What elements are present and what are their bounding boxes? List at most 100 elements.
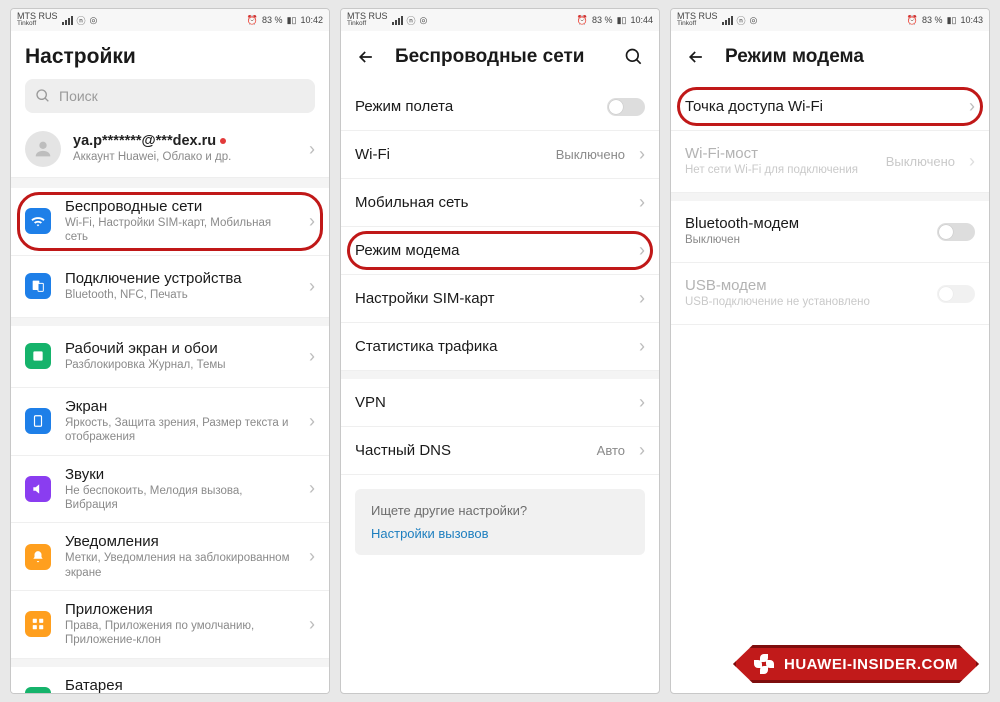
apps-icon <box>25 611 51 637</box>
row-display[interactable]: ЭкранЯркость, Защита зрения, Размер текс… <box>11 388 329 456</box>
row-airplane[interactable]: Режим полета <box>341 83 659 131</box>
signal-icon <box>62 16 73 25</box>
row-title: Режим полета <box>355 98 593 115</box>
avatar-icon <box>25 131 61 167</box>
row-value: Авто <box>597 443 625 458</box>
chevron-right-icon: › <box>639 240 645 261</box>
row-wireless[interactable]: Беспроводные сетиWi-Fi, Настройки SIM-ка… <box>11 188 329 256</box>
row-cellular[interactable]: Мобильная сеть › <box>341 179 659 227</box>
battery-label: 83 % <box>922 15 943 25</box>
search-icon <box>35 88 51 104</box>
row-title: Рабочий экран и обои <box>65 340 295 357</box>
chevron-right-icon: › <box>309 478 315 499</box>
clock-label: 10:42 <box>300 15 323 25</box>
chevron-right-icon: › <box>309 211 315 232</box>
row-bluetooth-modem[interactable]: Bluetooth-модем Выключен <box>671 201 989 263</box>
row-title: VPN <box>355 394 625 411</box>
tip-link[interactable]: Настройки вызовов <box>371 526 629 541</box>
row-tethering[interactable]: Режим модема › <box>341 227 659 275</box>
alarm-icon: ⏰ <box>577 15 588 26</box>
chevron-right-icon: › <box>309 276 315 297</box>
section-divider <box>341 371 659 379</box>
battery-icon: ▮▯ <box>617 15 627 26</box>
chevron-right-icon: › <box>309 546 315 567</box>
chevron-right-icon: › <box>639 392 645 413</box>
clock-label: 10:44 <box>630 15 653 25</box>
watermark-badge: HUAWEI-INSIDER.COM <box>733 645 979 683</box>
row-title: Bluetooth-модем <box>685 215 923 232</box>
row-sub: Нет сети Wi-Fi для подключения <box>685 163 872 177</box>
row-title: Мобильная сеть <box>355 194 625 211</box>
chevron-right-icon: › <box>639 336 645 357</box>
chevron-right-icon: › <box>969 151 975 172</box>
app-bar: Режим модема <box>671 31 989 83</box>
row-title: Wi-Fi-мост <box>685 145 872 162</box>
row-title: Экран <box>65 398 295 415</box>
chevron-right-icon: › <box>309 346 315 367</box>
battery-label: 83 % <box>262 15 283 25</box>
chevron-right-icon: › <box>309 614 315 635</box>
chevron-right-icon: › <box>309 411 315 432</box>
wifi-icon <box>25 208 51 234</box>
row-title: Статистика трафика <box>355 338 625 355</box>
row-sub: Права, Приложения по умолчанию, Приложен… <box>65 619 295 648</box>
row-battery[interactable]: БатареяРежим энергосбережения, Использов… <box>11 667 329 693</box>
row-title: Режим модема <box>355 242 625 259</box>
row-title: Приложения <box>65 601 295 618</box>
tip-box: Ищете другие настройки? Настройки вызово… <box>355 489 645 555</box>
row-title: Настройки SIM-карт <box>355 290 625 307</box>
operator-label: Tinkoff <box>677 21 718 28</box>
row-traffic[interactable]: Статистика трафика › <box>341 323 659 371</box>
phone-wireless: MTS RUSTinkoff ⓝ◎ ⏰ 83 % ▮▯ 10:44 Беспро… <box>340 8 660 694</box>
alarm-icon: ⏰ <box>907 15 918 26</box>
row-sub: Не беспокоить, Мелодия вызова, Вибрация <box>65 484 295 513</box>
row-devices[interactable]: Подключение устройстваBluetooth, NFC, Пе… <box>11 256 329 318</box>
page-title: Настройки <box>25 45 136 69</box>
chevron-right-icon: › <box>639 192 645 213</box>
status-bar: MTS RUS Tinkoff ⓝ ◎ ⏰ 83 % ▮▯ 10:42 <box>11 9 329 31</box>
chevron-right-icon: › <box>969 96 975 117</box>
row-vpn[interactable]: VPN › <box>341 379 659 427</box>
row-title: Подключение устройства <box>65 270 295 287</box>
status-bar: MTS RUSTinkoff ⓝ◎ ⏰ 83 % ▮▯ 10:43 <box>671 9 989 31</box>
row-home[interactable]: Рабочий экран и обоиРазблокировка Журнал… <box>11 326 329 388</box>
devices-icon <box>25 273 51 299</box>
row-title: Точка доступа Wi-Fi <box>685 98 955 115</box>
section-divider <box>671 193 989 201</box>
chevron-right-icon: › <box>639 440 645 461</box>
airplane-toggle[interactable] <box>607 98 645 116</box>
row-sim[interactable]: Настройки SIM-карт › <box>341 275 659 323</box>
row-notif[interactable]: УведомленияМетки, Уведомления на заблоки… <box>11 523 329 591</box>
back-button[interactable] <box>355 46 377 68</box>
signal-icon <box>392 16 403 25</box>
row-sub: Разблокировка Журнал, Темы <box>65 358 295 372</box>
row-title: USB-модем <box>685 277 923 294</box>
row-value: Выключено <box>886 154 955 169</box>
account-row[interactable]: ya.p*******@***dex.ru Аккаунт Huawei, Об… <box>11 121 329 178</box>
row-hotspot[interactable]: Точка доступа Wi-Fi › <box>671 83 989 131</box>
row-sound[interactable]: ЗвукиНе беспокоить, Мелодия вызова, Вибр… <box>11 456 329 524</box>
phone-settings-root: MTS RUS Tinkoff ⓝ ◎ ⏰ 83 % ▮▯ 10:42 Наст… <box>10 8 330 694</box>
display-icon <box>25 408 51 434</box>
row-title: Звуки <box>65 466 295 483</box>
bluetooth-toggle[interactable] <box>937 223 975 241</box>
row-sub: Bluetooth, NFC, Печать <box>65 288 295 302</box>
row-title: Батарея <box>65 677 295 693</box>
row-apps[interactable]: ПриложенияПрава, Приложения по умолчанию… <box>11 591 329 659</box>
row-sub: Выключен <box>685 233 923 247</box>
search-button[interactable] <box>623 46 645 68</box>
row-dns[interactable]: Частный DNS Авто › <box>341 427 659 475</box>
signal-icon <box>722 16 733 25</box>
search-input[interactable]: Поиск <box>25 79 315 113</box>
clock-label: 10:43 <box>960 15 983 25</box>
data-icon: ◎ <box>420 15 428 26</box>
watermark-text: HUAWEI-INSIDER.COM <box>784 656 958 673</box>
back-button[interactable] <box>685 46 707 68</box>
usb-toggle <box>937 285 975 303</box>
row-title: Беспроводные сети <box>65 198 295 215</box>
row-wifi[interactable]: Wi-Fi Выключено › <box>341 131 659 179</box>
nfc-icon: ⓝ <box>407 14 416 27</box>
status-bar: MTS RUSTinkoff ⓝ◎ ⏰ 83 % ▮▯ 10:44 <box>341 9 659 31</box>
app-bar: Настройки <box>11 31 329 79</box>
battery-icon <box>25 687 51 693</box>
